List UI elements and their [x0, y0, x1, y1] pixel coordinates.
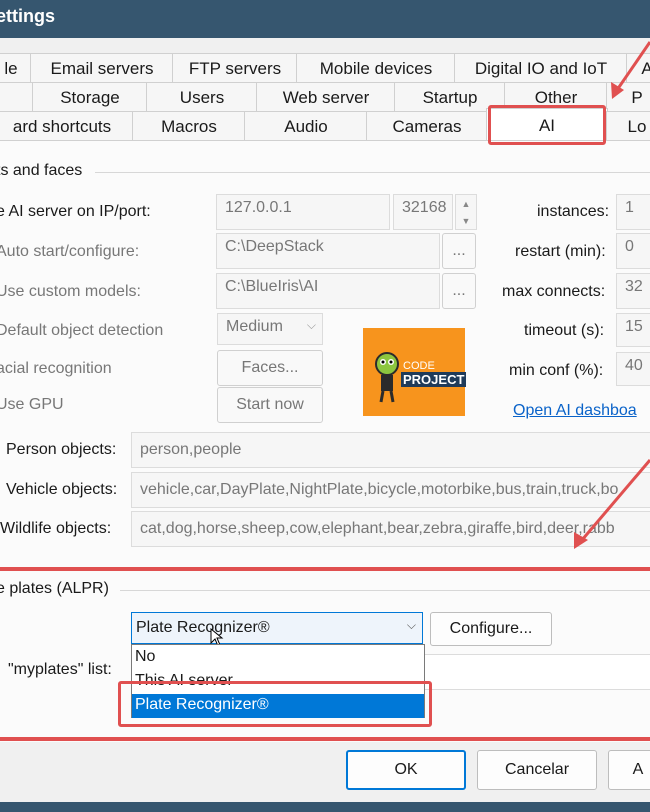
custom-models-label: Use custom models:	[0, 283, 141, 300]
faces-button[interactable]: Faces...	[217, 350, 323, 386]
ai-server-port-field[interactable]: 32168	[393, 194, 453, 230]
cancel-button[interactable]: Cancelar	[477, 750, 597, 790]
annotation-line-bottom	[0, 737, 650, 741]
ai-server-label: e AI server on IP/port:	[0, 203, 151, 220]
window-bottom-border	[0, 802, 650, 812]
tab-digital-io[interactable]: Digital IO and IoT	[454, 53, 628, 84]
tab-ftp-servers[interactable]: FTP servers	[172, 53, 298, 84]
instances-label: instances:	[537, 203, 610, 220]
tab-storage[interactable]: Storage	[32, 82, 148, 113]
tab-p[interactable]: P	[606, 82, 650, 113]
ai-tab-highlight	[488, 105, 606, 145]
logo-project-text: PROJECT	[401, 372, 467, 387]
alpr-provider-select[interactable]: Plate Recognizer® ⌵	[131, 612, 423, 644]
ok-button[interactable]: OK	[346, 750, 466, 790]
annotation-line-top	[0, 567, 650, 571]
spinner-up-icon[interactable]: ▲	[462, 199, 471, 209]
tab-audio[interactable]: Audio	[244, 111, 368, 142]
restart-field[interactable]: 0	[616, 233, 650, 269]
open-ai-dashboard-link[interactable]: Open AI dashboa	[513, 402, 637, 420]
myplates-field[interactable]	[424, 654, 650, 690]
autostart-path-field[interactable]: C:\DeepStack	[216, 233, 440, 269]
logo-code-text: CODE	[403, 360, 435, 372]
tab-keyboard-shortcuts[interactable]: ard shortcuts	[0, 111, 134, 142]
myplates-label: "myplates" list:	[8, 661, 112, 678]
spinner-down-icon[interactable]: ▼	[462, 216, 471, 226]
tab-schedule[interactable]: le	[0, 53, 32, 84]
instances-field[interactable]: 1	[616, 194, 650, 230]
vehicle-objects-label: Vehicle objects:	[6, 481, 118, 498]
plate-recognizer-highlight	[118, 681, 432, 727]
custom-models-path-field[interactable]: C:\BlueIris\AI	[216, 273, 440, 309]
browse-models-button[interactable]: ...	[442, 273, 476, 309]
timeout-label: timeout (s):	[524, 322, 605, 339]
min-conf-field[interactable]: 40	[616, 352, 650, 386]
alpr-group-title: e plates (ALPR)	[0, 580, 109, 597]
wildlife-objects-label: Wildlife objects:	[0, 520, 112, 537]
vehicle-objects-field[interactable]: vehicle,car,DayPlate,NightPlate,bicycle,…	[131, 472, 650, 508]
codeproject-logo: CODE PROJECT	[363, 328, 467, 416]
facial-recognition-label: acial recognition	[0, 360, 112, 377]
objects-group-title: ts and faces	[0, 162, 83, 179]
default-detection-label: Default object detection	[0, 322, 164, 339]
tab-users[interactable]: Users	[146, 82, 258, 113]
title-bar	[0, 0, 650, 38]
tab-blank[interactable]	[0, 82, 34, 113]
group-divider	[120, 590, 650, 591]
apply-button[interactable]: A	[608, 750, 650, 790]
autostart-label: Auto start/configure:	[0, 243, 140, 260]
min-conf-label: min conf (%):	[509, 362, 604, 379]
tab-log[interactable]: Lo	[606, 111, 650, 142]
timeout-field[interactable]: 15	[616, 313, 650, 347]
default-detection-value: Medium	[226, 318, 283, 335]
dropdown-option-no[interactable]: No	[135, 648, 155, 666]
configure-button[interactable]: Configure...	[430, 612, 552, 646]
max-connects-field[interactable]: 32	[616, 273, 650, 309]
person-objects-label: Person objects:	[6, 441, 117, 458]
window-title: ettings	[0, 6, 56, 26]
port-spinner[interactable]: ▲ ▼	[455, 194, 477, 230]
max-connects-label: max connects:	[502, 283, 606, 300]
use-gpu-label: Use GPU	[0, 396, 64, 413]
start-now-button[interactable]: Start now	[217, 387, 323, 423]
browse-autostart-button[interactable]: ...	[442, 233, 476, 269]
tab-web-server[interactable]: Web server	[256, 82, 396, 113]
chevron-down-icon: ⌵	[406, 618, 416, 632]
default-detection-select[interactable]: Medium ⌵	[217, 313, 323, 345]
tab-mobile-devices[interactable]: Mobile devices	[296, 53, 456, 84]
chevron-down-icon: ⌵	[306, 318, 316, 332]
ai-server-ip-field[interactable]: 127.0.0.1	[216, 194, 390, 230]
tab-email-servers[interactable]: Email servers	[30, 53, 174, 84]
tab-macros[interactable]: Macros	[132, 111, 246, 142]
alpr-selected-value: Plate Recognizer®	[136, 619, 270, 636]
tab-a[interactable]: A	[626, 53, 650, 84]
group-divider	[95, 172, 650, 173]
tab-cameras[interactable]: Cameras	[366, 111, 488, 142]
person-objects-field[interactable]: person,people	[131, 432, 650, 468]
restart-label: restart (min):	[515, 243, 606, 260]
wildlife-objects-field[interactable]: cat,dog,horse,sheep,cow,elephant,bear,ze…	[131, 511, 650, 547]
